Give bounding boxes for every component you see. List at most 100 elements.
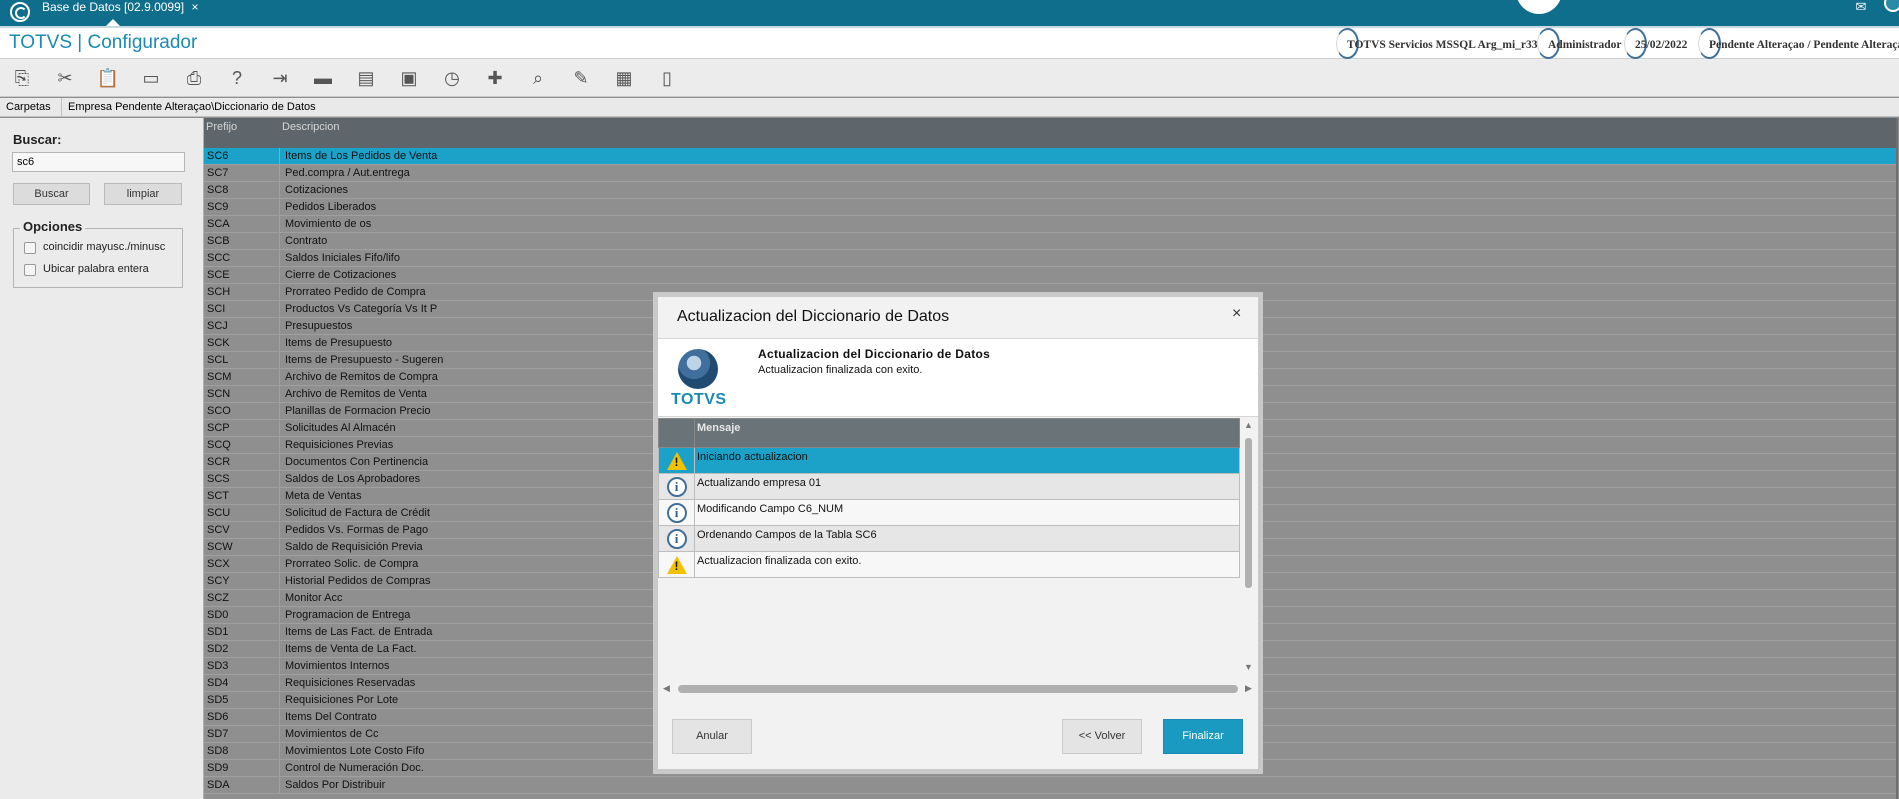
print-icon[interactable]: ⎙: [181, 65, 207, 91]
dialog-heading: Actualizacion del Diccionario de Datos: [758, 347, 991, 361]
message-text: Actualizando empresa 01: [697, 477, 822, 489]
search-panel: Buscar: Buscar limpiar Opciones coincidi…: [0, 118, 204, 799]
row-description: Solicitud de Factura de Crédit: [285, 507, 430, 519]
finish-button[interactable]: Finalizar: [1163, 719, 1243, 754]
message-row[interactable]: Iniciando actualizacion: [658, 448, 1240, 474]
row-description: Saldo de Requisición Previa: [285, 541, 423, 553]
table-row[interactable]: SCE Cierre de Cotizaciones: [204, 267, 1896, 284]
row-description: Monitor Acc: [285, 592, 343, 604]
column-description[interactable]: Descripcion: [282, 121, 339, 133]
search-icon[interactable]: ⌕: [525, 65, 551, 91]
row-description: Items de Las Fact. de Entrada: [285, 626, 433, 638]
row-prefix: SCO: [205, 403, 280, 419]
help-icon[interactable]: ?: [224, 65, 250, 91]
row-description: Archivo de Remitos de Venta: [285, 388, 427, 400]
user-menu-icon[interactable]: [1884, 0, 1899, 12]
row-prefix: SCJ: [205, 318, 280, 334]
row-prefix: SCB: [205, 233, 280, 249]
search-label: Buscar:: [13, 132, 62, 147]
horizontal-scrollbar[interactable]: ◀ ▶: [658, 683, 1258, 695]
grid-header: Prefijo Descripcion: [204, 118, 1896, 148]
row-prefix: SCW: [205, 539, 280, 555]
message-row[interactable]: i Ordenando Campos de la Tabla SC6: [658, 526, 1240, 552]
date-info: 25/02/2022: [1624, 28, 1687, 59]
table-row[interactable]: SCB Contrato: [204, 233, 1896, 250]
cancel-button[interactable]: Anular: [672, 719, 752, 754]
folders-label: Carpetas: [6, 101, 51, 113]
limpiar-button[interactable]: limpiar: [104, 183, 182, 205]
hscroll-thumb[interactable]: [678, 685, 1238, 693]
vertical-scrollbar[interactable]: ▲ ▼: [1243, 418, 1255, 673]
row-description: Movimientos Internos: [285, 660, 390, 672]
app-logo-icon[interactable]: [10, 2, 30, 22]
scroll-down-icon[interactable]: ▼: [1244, 662, 1253, 672]
table-row[interactable]: SC7 Ped.compra / Aut.entrega: [204, 165, 1896, 182]
row-prefix: SD2: [205, 641, 280, 657]
back-button[interactable]: << Volver: [1062, 719, 1142, 754]
exit-icon[interactable]: ⇥: [267, 65, 293, 91]
mail-icon[interactable]: ✉: [1850, 0, 1872, 16]
tab-pointer-icon: [106, 19, 120, 26]
row-prefix: SC9: [205, 199, 280, 215]
row-description: Requisiciones Previas: [285, 439, 394, 451]
whole-word-label: Ubicar palabra entera: [43, 263, 149, 275]
tab-close-icon[interactable]: ×: [191, 0, 198, 14]
message-row[interactable]: Actualizacion finalizada con exito.: [658, 552, 1240, 578]
column-prefix[interactable]: Prefijo: [206, 121, 237, 133]
save-icon[interactable]: ▣: [396, 65, 422, 91]
warning-icon: [666, 555, 687, 574]
table-row[interactable]: SC9 Pedidos Liberados: [204, 199, 1896, 216]
row-description: Programacion de Entrega: [285, 609, 411, 621]
disk-clock-icon[interactable]: ◷: [439, 65, 465, 91]
dialog-header: TOTVS Actualizacion del Diccionario de D…: [658, 338, 1258, 417]
icon-column-header: [659, 419, 695, 447]
document-icon[interactable]: ▯: [654, 65, 680, 91]
table-row[interactable]: SCA Movimiento de os: [204, 216, 1896, 233]
row-description: Prorrateo Solic. de Compra: [285, 558, 419, 570]
add-icon[interactable]: ✚: [482, 65, 508, 91]
dialog-subheading: Actualizacion finalizada con exito.: [758, 364, 923, 376]
row-description: Movimientos Lote Costo Fifo: [285, 745, 425, 757]
paste-icon[interactable]: 📋: [95, 65, 121, 91]
buscar-button[interactable]: Buscar: [13, 183, 90, 205]
row-prefix: SD1: [205, 624, 280, 640]
row-description: Movimientos de Cc: [285, 728, 379, 740]
message-text: Actualizacion finalizada con exito.: [697, 555, 862, 567]
eraser-icon[interactable]: ▭: [138, 65, 164, 91]
match-case-checkbox[interactable]: [24, 242, 36, 254]
row-description: Items de Presupuesto - Sugeren: [285, 354, 444, 366]
table-row[interactable]: SC8 Cotizaciones: [204, 182, 1896, 199]
message-text: Modificando Campo C6_NUM: [697, 503, 844, 515]
close-icon[interactable]: ×: [1232, 305, 1241, 323]
row-prefix: SCI: [205, 301, 280, 317]
search-input[interactable]: [12, 152, 185, 172]
message-icon-cell: i: [659, 474, 695, 499]
scroll-right-icon[interactable]: ▶: [1245, 683, 1252, 694]
scroll-up-icon[interactable]: ▲: [1244, 420, 1253, 430]
edit-icon[interactable]: ✎: [568, 65, 594, 91]
column-message[interactable]: Mensaje: [697, 422, 740, 434]
message-icon-cell: [659, 552, 695, 577]
row-prefix: SDA: [205, 777, 280, 793]
tab-label: Base de Datos [02.9.0099]: [42, 0, 185, 14]
tab-base-de-datos[interactable]: Base de Datos [02.9.0099] ×: [36, 0, 204, 26]
grid-icon[interactable]: ▦: [611, 65, 637, 91]
message-row[interactable]: i Actualizando empresa 01: [658, 474, 1240, 500]
row-description: Pedidos Vs. Formas de Pago: [285, 524, 429, 536]
window-titlebar: Base de Datos [02.9.0099] × ✉: [0, 0, 1899, 26]
copy-icon[interactable]: ⎘: [9, 65, 35, 91]
message-row[interactable]: i Modificando Campo C6_NUM: [658, 500, 1240, 526]
table-row[interactable]: SCC Saldos Iniciales Fifo/lifo: [204, 250, 1896, 267]
scroll-thumb[interactable]: [1245, 438, 1252, 588]
table-icon[interactable]: ▤: [353, 65, 379, 91]
row-prefix: SCQ: [205, 437, 280, 453]
row-prefix: SD9: [205, 760, 280, 776]
row-description: Documentos Con Pertinencia: [285, 456, 429, 468]
table-row[interactable]: SC6 Items de Los Pedidos de Venta: [204, 148, 1896, 165]
table-row[interactable]: SDA Saldos Por Distribuir: [204, 777, 1896, 794]
row-prefix: SCM: [205, 369, 280, 385]
whole-word-checkbox[interactable]: [24, 264, 36, 276]
cut-icon[interactable]: ✂: [52, 65, 78, 91]
folder-icon[interactable]: ▬: [310, 65, 336, 91]
scroll-left-icon[interactable]: ◀: [663, 683, 670, 694]
